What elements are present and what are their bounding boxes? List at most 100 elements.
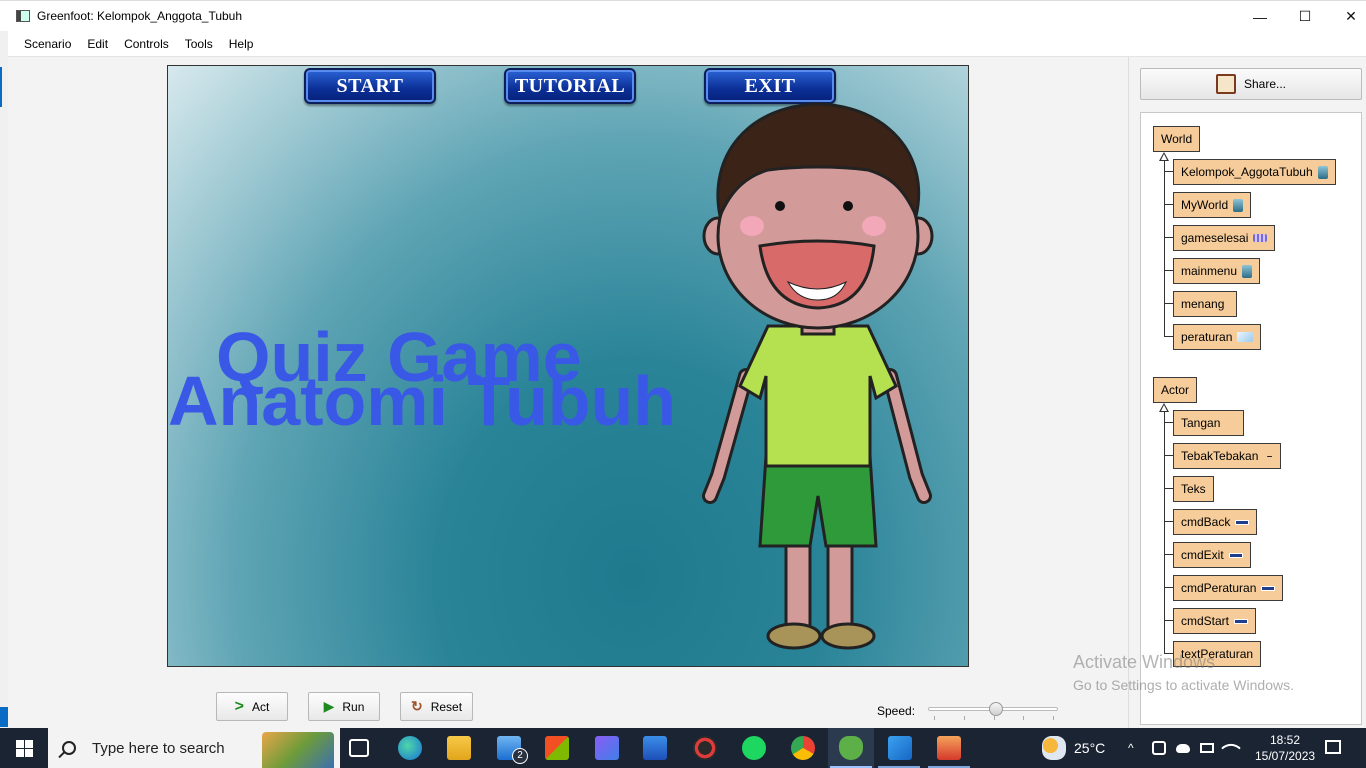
tree-line	[1164, 488, 1173, 489]
play-icon: ▶	[323, 698, 335, 714]
menu-bar: Scenario Edit Controls Tools Help	[8, 31, 1366, 57]
menu-controls[interactable]: Controls	[116, 31, 177, 57]
app-icon[interactable]	[643, 736, 667, 760]
class-image-icon	[1261, 585, 1276, 591]
search-placeholder: Type here to search	[92, 739, 225, 757]
store-icon[interactable]	[545, 736, 569, 760]
show-hidden-icons-chevron-icon[interactable]: ^	[1128, 728, 1134, 768]
class-teks[interactable]: Teks	[1173, 476, 1214, 502]
wifi-icon[interactable]	[1221, 738, 1241, 758]
run-button-label: Run	[342, 699, 365, 714]
tree-line	[1164, 620, 1173, 621]
class-image-icon	[1317, 165, 1328, 179]
tree-line	[1164, 303, 1173, 304]
tree-line	[1164, 554, 1173, 555]
class-menang[interactable]: menang	[1173, 291, 1237, 317]
meet-now-icon[interactable]	[1152, 741, 1166, 755]
class-image-icon	[1253, 234, 1268, 242]
mail-badge: 2	[512, 748, 528, 764]
class-label: cmdPeraturan	[1181, 581, 1257, 595]
share-button-label: Share...	[1243, 77, 1287, 91]
class-tangan[interactable]: Tangan	[1173, 410, 1244, 436]
video-editor-icon[interactable]	[595, 736, 619, 760]
windows-logo-icon	[15, 739, 33, 757]
class-world[interactable]: World	[1153, 126, 1201, 152]
class-cmdstart[interactable]: cmdStart	[1173, 608, 1257, 634]
class-mainmenu[interactable]: mainmenu	[1173, 258, 1261, 284]
system-clock[interactable]: 18:52 15/07/2023	[1255, 732, 1315, 764]
reset-icon: ↻	[410, 698, 423, 714]
speed-slider-thumb[interactable]	[988, 702, 1003, 716]
class-label: Tangan	[1181, 416, 1221, 430]
class-label: TebakTebakan	[1181, 449, 1259, 463]
greenfoot-icon[interactable]	[839, 736, 863, 760]
clock-time: 18:52	[1269, 733, 1301, 747]
class-image-icon	[1242, 264, 1253, 278]
class-image-icon	[1235, 519, 1250, 525]
class-label: MyWorld	[1181, 198, 1229, 212]
class-image-icon	[1228, 552, 1243, 558]
tree-line	[1164, 587, 1173, 588]
notification-center-icon[interactable]	[1325, 740, 1341, 754]
menu-scenario[interactable]: Scenario	[16, 31, 79, 57]
edge-accent	[0, 707, 8, 727]
class-label: cmdExit	[1181, 548, 1224, 562]
class-label: Teks	[1181, 482, 1206, 496]
class-cmdperaturan[interactable]: cmdPeraturan	[1173, 575, 1284, 601]
menu-edit[interactable]: Edit	[79, 31, 116, 57]
class-gameselesai[interactable]: gameselesai	[1173, 225, 1276, 251]
task-view-icon[interactable]	[349, 739, 369, 757]
edge-browser-icon[interactable]	[398, 736, 422, 760]
minimize-button[interactable]: —	[1237, 1, 1283, 32]
world-canvas[interactable]: START TUTORIAL EXIT Quiz Game Anatomi Tu…	[167, 65, 969, 667]
class-actor[interactable]: Actor	[1153, 377, 1198, 403]
reset-button[interactable]: ↻ Reset	[400, 692, 473, 721]
vscode-icon[interactable]	[888, 736, 912, 760]
battery-icon[interactable]	[1200, 743, 1214, 753]
tree-line	[1164, 336, 1173, 337]
class-peraturan[interactable]: peraturan	[1173, 324, 1262, 350]
menu-help[interactable]: Help	[221, 31, 262, 57]
boy-character-image[interactable]	[698, 96, 938, 656]
run-button[interactable]: ▶ Run	[308, 692, 380, 721]
class-image-icon	[1233, 198, 1244, 212]
act-button[interactable]: > Act	[216, 692, 288, 721]
wpm-icon[interactable]	[693, 736, 717, 760]
class-cmdexit[interactable]: cmdExit	[1173, 542, 1251, 568]
java-icon[interactable]	[937, 736, 961, 760]
class-label: Kelompok_AggotaTubuh	[1181, 165, 1313, 179]
class-myworld[interactable]: MyWorld	[1173, 192, 1252, 218]
title-bar: Greenfoot: Kelompok_Anggota_Tubuh — ☐ ✕	[0, 0, 1366, 31]
spotify-icon[interactable]	[742, 736, 766, 760]
greenfoot-app-icon	[16, 10, 30, 22]
class-label: Actor	[1161, 383, 1190, 397]
class-label: mainmenu	[1181, 264, 1238, 278]
start-button[interactable]: START	[304, 68, 436, 104]
class-image-icon	[1237, 332, 1254, 342]
share-button[interactable]: Share...	[1140, 68, 1362, 100]
maximize-button[interactable]: ☐	[1282, 1, 1328, 32]
tree-line	[1164, 161, 1165, 337]
class-tebaktebakan[interactable]: TebakTebakan	[1173, 443, 1281, 469]
tutorial-button[interactable]: TUTORIAL	[504, 68, 636, 104]
taskbar-search[interactable]: Type here to search	[48, 728, 340, 768]
tree-line	[1164, 204, 1173, 205]
class-label: gameselesai	[1181, 231, 1249, 245]
close-button[interactable]: ✕	[1328, 1, 1366, 32]
speed-slider-ticks	[934, 716, 1054, 720]
class-cmdback[interactable]: cmdBack	[1173, 509, 1258, 535]
window-title: Greenfoot: Kelompok_Anggota_Tubuh	[37, 9, 243, 23]
tree-line	[1164, 171, 1173, 172]
weather-icon[interactable]	[1042, 736, 1066, 760]
chrome-icon[interactable]	[791, 736, 815, 760]
class-kelompok-aggotatubuh[interactable]: Kelompok_AggotaTubuh	[1173, 159, 1336, 185]
menu-tools[interactable]: Tools	[177, 31, 221, 57]
taskbar: Type here to search 2 25°C ^ 18:52 15/07…	[0, 728, 1366, 768]
onedrive-icon[interactable]	[1176, 744, 1190, 753]
file-explorer-icon[interactable]	[447, 736, 471, 760]
tree-line	[1164, 270, 1173, 271]
class-image-icon	[1267, 455, 1273, 457]
start-menu-button[interactable]	[0, 728, 48, 768]
class-label: World	[1161, 132, 1193, 146]
weather-temp[interactable]: 25°C	[1074, 728, 1105, 768]
